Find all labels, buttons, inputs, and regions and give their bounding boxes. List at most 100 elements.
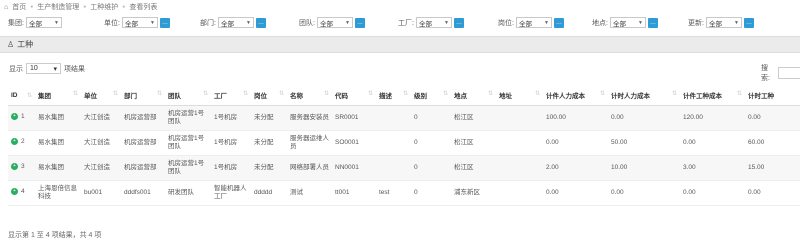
table-cell: 15.00 xyxy=(745,155,800,181)
breadcrumb-production[interactable]: 生产制造管理 xyxy=(37,2,79,12)
column-header[interactable]: 单位 ⇅ xyxy=(81,86,121,106)
table-cell: 机房运营部 xyxy=(121,155,165,181)
table-cell: 50.00 xyxy=(608,130,680,156)
expand-row-icon[interactable]: + xyxy=(11,163,18,171)
table-cell: 服务器安装员 xyxy=(287,105,332,131)
department-lookup-button[interactable]: … xyxy=(255,17,266,28)
table-cell: 服务器运维人员 xyxy=(287,130,332,156)
position-select[interactable]: 全部 ▼ xyxy=(515,17,552,28)
table-cell: 机房运营部 xyxy=(121,130,165,156)
filter-location: 地点: 全部 ▼ … xyxy=(592,17,658,28)
table-cell: 大江创造 xyxy=(81,155,121,181)
home-icon[interactable]: ⌂ xyxy=(4,4,8,11)
location-lookup-button[interactable]: … xyxy=(647,17,658,28)
expand-row-icon[interactable]: + xyxy=(11,113,18,121)
table-cell: +4 xyxy=(8,180,35,206)
breadcrumb: ⌂ 首页 ● 生产制造管理 ● 工种维护 ● 查看列表 xyxy=(0,0,800,14)
table-row[interactable]: +4 上海恩倍信息科技 bu001 dddfs001 研发团队 智能机器人工厂 dddd… xyxy=(8,180,800,206)
table-cell: 易水集团 xyxy=(35,130,81,156)
column-header[interactable]: 岗位 ⇅ xyxy=(251,86,287,106)
column-header[interactable]: 计时工种⇅ xyxy=(745,86,800,106)
column-header[interactable]: 团队 ⇅ xyxy=(165,86,211,106)
position-lookup-button[interactable]: … xyxy=(553,17,564,28)
table-cell: 0.00 xyxy=(745,180,800,206)
table-cell: SR0001 xyxy=(332,105,376,131)
table-cell: 未分配 xyxy=(251,105,287,131)
factory-select[interactable]: 全部 ▼ xyxy=(415,17,452,28)
filter-position: 岗位: 全部 ▼ … xyxy=(498,17,564,28)
filter-department: 部门: 全部 ▼ … xyxy=(200,17,266,28)
column-header[interactable]: 地址 ⇅ xyxy=(496,86,543,106)
page-length-control: 显示 10 ▾ 项结果 xyxy=(9,63,85,74)
department-select[interactable]: 全部 ▼ xyxy=(217,17,254,28)
table-row[interactable]: +3 易水集团 大江创造 机房运营部 机房运营1号团队 1号机房 未分配 网络部署人员 N… xyxy=(8,155,800,181)
update-select[interactable]: 全部 ▼ xyxy=(705,17,742,28)
table-cell: dddfs001 xyxy=(121,180,165,206)
table-cell: 0.00 xyxy=(680,130,745,156)
filter-label: 地点: xyxy=(592,19,608,27)
table-cell: +1 xyxy=(8,105,35,131)
filter-label: 部门: xyxy=(200,19,216,27)
table-cell: 2.00 xyxy=(543,155,608,181)
table-cell: 机房运营部 xyxy=(121,105,165,131)
column-header[interactable]: 地点 ⇅ xyxy=(451,86,496,106)
update-lookup-button[interactable]: … xyxy=(743,17,754,28)
table-cell xyxy=(496,155,543,181)
filter-group: 集团: 全部 ▼ xyxy=(8,17,62,28)
breadcrumb-list: 查看列表 xyxy=(129,4,158,11)
table-row[interactable]: +1 易水集团 大江创造 机房运营部 机房运营1号团队 1号机房 未分配 服务器安装员 S… xyxy=(8,105,800,131)
table-cell: 网络部署人员 xyxy=(287,155,332,181)
filter-team: 团队: 全部 ▼ … xyxy=(299,17,365,28)
breadcrumb-worktype[interactable]: 工种维护 xyxy=(90,2,118,12)
table-cell: 易水集团 xyxy=(35,155,81,181)
column-header[interactable]: 计件工种成本 ⇅ xyxy=(680,86,745,106)
column-header[interactable]: 描述 ⇅ xyxy=(376,86,411,106)
separator-icon: ● xyxy=(83,4,87,10)
table-cell: ddddd xyxy=(251,180,287,206)
table-cell: 机房运营1号团队 xyxy=(165,105,211,131)
expand-row-icon[interactable]: + xyxy=(11,138,18,146)
table-cell: 0.00 xyxy=(608,105,680,131)
unit-lookup-button[interactable]: … xyxy=(159,17,170,28)
table-row[interactable]: +2 易水集团 大江创造 机房运营部 机房运营1号团队 1号机房 未分配 服务器运维人员… xyxy=(8,130,800,156)
separator-icon: ● xyxy=(30,4,34,10)
table-cell: NN0001 xyxy=(332,155,376,181)
column-header[interactable]: 计件人力成本 ⇅ xyxy=(543,86,608,106)
table-cell: tt001 xyxy=(332,180,376,206)
team-lookup-button[interactable]: … xyxy=(354,17,365,28)
column-header[interactable]: ID ⇅ xyxy=(8,86,35,106)
table-cell: 浦东新区 xyxy=(451,180,496,206)
table-cell: +2 xyxy=(8,130,35,156)
column-header[interactable]: 名称 ⇅ xyxy=(287,86,332,106)
table-cell: 120.00 xyxy=(680,105,745,131)
panel-header: ♙ 工种 xyxy=(0,36,800,53)
expand-row-icon[interactable]: + xyxy=(11,188,18,196)
location-select[interactable]: 全部 ▼ xyxy=(609,17,646,28)
column-header[interactable]: 计时人力成本 ⇅ xyxy=(608,86,680,106)
column-header[interactable]: 代码 ⇅ xyxy=(332,86,376,106)
unit-select[interactable]: 全部 ▼ xyxy=(121,17,158,28)
separator-icon: ● xyxy=(122,4,126,10)
column-header[interactable]: 集团 ⇅ xyxy=(35,86,81,106)
length-prefix: 显示 xyxy=(9,65,23,73)
filter-label: 集团: xyxy=(8,19,24,27)
factory-lookup-button[interactable]: … xyxy=(453,17,464,28)
table-cell: 60.00 xyxy=(745,130,800,156)
search-input[interactable] xyxy=(777,67,800,79)
search-control: 搜索: xyxy=(761,63,800,83)
table-cell: 未分配 xyxy=(251,130,287,156)
column-header[interactable]: 工厂 ⇅ xyxy=(211,86,251,106)
page-length-select[interactable]: 10 ▾ xyxy=(26,63,61,74)
filter-factory: 工厂: 全部 ▼ … xyxy=(398,17,464,28)
table-cell: 松江区 xyxy=(451,105,496,131)
team-select[interactable]: 全部 ▼ xyxy=(316,17,353,28)
filter-label: 单位: xyxy=(104,19,120,27)
table-cell: 测试 xyxy=(287,180,332,206)
table-cell: 智能机器人工厂 xyxy=(211,180,251,206)
table-cell: SO0001 xyxy=(332,130,376,156)
column-header[interactable]: 级别 ⇅ xyxy=(411,86,451,106)
column-header[interactable]: 部门 ⇅ xyxy=(121,86,165,106)
breadcrumb-home[interactable]: 首页 xyxy=(12,2,26,12)
group-select[interactable]: 全部 ▼ xyxy=(25,17,62,28)
table-cell xyxy=(376,105,411,131)
